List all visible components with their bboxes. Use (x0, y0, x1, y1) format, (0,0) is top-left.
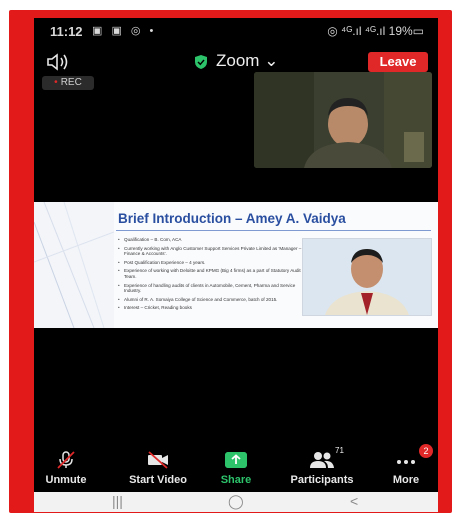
participants-icon (310, 452, 334, 468)
participants-count: 71 (335, 446, 344, 455)
slide-bullet: Qualification – B. Com, ACA (118, 237, 303, 243)
phone-screen: 11:12 ▣ ▣ ◎ • ◎ ⁴ᴳ.ıl ⁴ᴳ.ıl 19%▭ Zoom ⌄ … (34, 18, 438, 512)
recording-dot-icon: • (54, 77, 58, 88)
more-notification-badge: 2 (419, 444, 433, 458)
recording-badge: • REC (42, 76, 94, 90)
participants-button[interactable]: 71 Participants (284, 446, 360, 492)
notification-icons: ▣ ▣ ◎ • (92, 25, 157, 37)
participant-video-thumbnail[interactable] (254, 72, 432, 168)
shield-check-icon[interactable] (194, 54, 208, 70)
home-button[interactable]: ◯ (228, 493, 244, 510)
status-bar: 11:12 ▣ ▣ ◎ • ◎ ⁴ᴳ.ıl ⁴ᴳ.ıl 19%▭ (34, 18, 438, 46)
slide-bullet: Alumni of R. A. Somaiya College of Scien… (118, 297, 303, 303)
start-video-button[interactable]: Start Video (122, 446, 194, 492)
video-camera-off-icon (148, 451, 168, 469)
share-button[interactable]: Share (210, 446, 262, 492)
screenshot-frame: 11:12 ▣ ▣ ◎ • ◎ ⁴ᴳ.ıl ⁴ᴳ.ıl 19%▭ Zoom ⌄ … (0, 0, 461, 523)
portrait-image (303, 239, 431, 315)
participant-video-image (254, 72, 432, 168)
slide-bullet: Experience of handling audits of clients… (118, 283, 303, 294)
slide-title: Brief Introduction – Amey A. Vaidya (118, 211, 346, 226)
microphone-muted-icon (57, 451, 75, 469)
more-label: More (392, 474, 420, 486)
status-right-icons: ◎ ⁴ᴳ.ıl ⁴ᴳ.ıl 19%▭ (327, 24, 424, 38)
more-icon-wrap: 2 (391, 444, 433, 470)
more-dots-icon (397, 460, 415, 464)
slide-bullet: Interest – Cricket, Reading books (118, 305, 303, 311)
status-time: 11:12 (50, 24, 83, 39)
slide-title-underline (116, 230, 431, 231)
recent-apps-button[interactable]: ||| (112, 493, 123, 509)
meeting-title-text: Zoom (216, 51, 260, 70)
slide-portrait-photo (302, 238, 432, 316)
chevron-down-icon: ⌄ (264, 51, 279, 70)
back-button[interactable]: < (350, 493, 358, 509)
share-label: Share (220, 474, 252, 486)
speaker-icon[interactable] (46, 52, 70, 72)
slide-decoration (34, 202, 114, 328)
android-navigation-bar: ||| ◯ < (34, 492, 438, 512)
slide-bullet: Experience of working with Deloitte and … (118, 268, 303, 279)
more-button[interactable]: 2 More (382, 444, 433, 492)
meeting-toolbar: Unmute Start Video Share 71 Participants… (34, 444, 438, 492)
unmute-button[interactable]: Unmute (40, 446, 92, 492)
start-video-label: Start Video (129, 474, 187, 486)
slide-bullet-list: Qualification – B. Com, ACA Currently wo… (118, 237, 303, 314)
recording-label: REC (60, 77, 82, 88)
participants-icon-wrap: 71 (302, 446, 344, 470)
share-icon (210, 450, 262, 470)
participants-label: Participants (290, 474, 354, 486)
shared-slide: Brief Introduction – Amey A. Vaidya Qual… (34, 202, 438, 328)
meeting-title[interactable]: Zoom ⌄ (216, 51, 278, 71)
unmute-label: Unmute (45, 474, 87, 486)
leave-button[interactable]: Leave (368, 52, 428, 72)
slide-bullet: Currently working with Anglo Customer Su… (118, 246, 303, 257)
slide-bullet: Post Qualification Experience – 4 years. (118, 260, 303, 266)
